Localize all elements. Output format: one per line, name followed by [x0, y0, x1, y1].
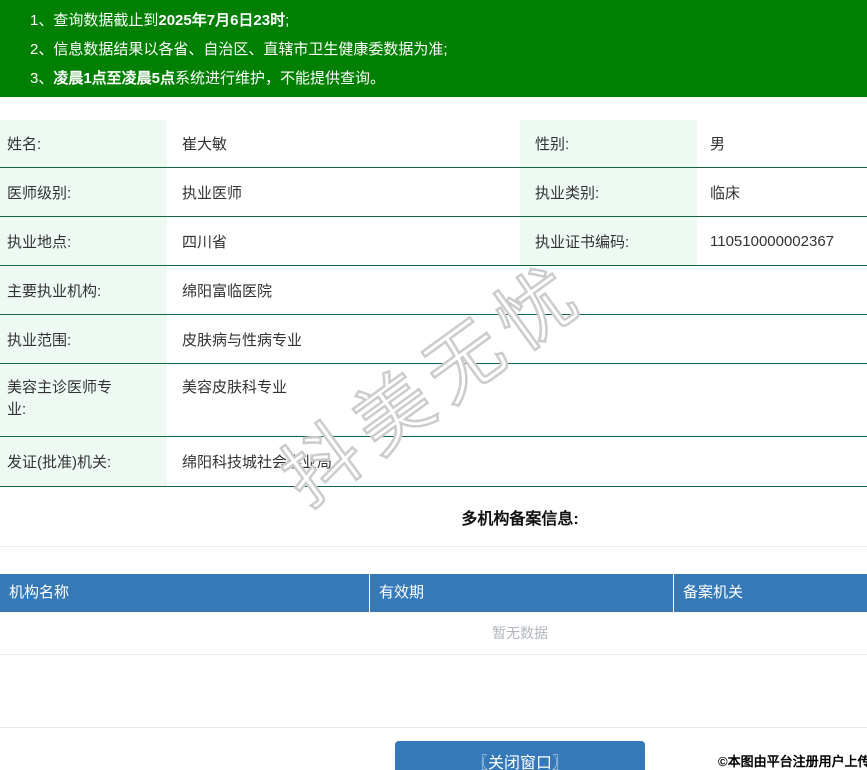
name-label: 姓名:	[0, 120, 167, 167]
issuing-authority-label: 发证(批准)机关:	[0, 437, 167, 486]
column-header-org-name: 机构名称	[0, 574, 370, 612]
doctor-level-label: 医师级别:	[0, 168, 167, 216]
banner-gap	[0, 97, 867, 120]
doctor-level-value: 执业医师	[182, 184, 243, 202]
notice-line-3: 3、凌晨1点至凌晨5点系统进行维护，不能提供查询。	[30, 64, 867, 93]
certificate-number-value: 110510000002367	[710, 232, 835, 250]
notice-number: 3、	[30, 70, 54, 87]
practice-category-value: 临床	[710, 184, 741, 202]
backup-table-header: 机构名称 有效期 备案机关	[0, 574, 867, 612]
footer-spacer	[0, 655, 867, 727]
query-result-page: 1、查询数据截止到2025年7月6日23时; 2、信息数据结果以各省、自治区、直…	[0, 0, 867, 770]
doctor-detail-table: 姓名: 崔大敏 性别: 男 医师级别: 执业医师 执业类别: 临床 执业地点: …	[0, 120, 867, 487]
notice-text: ;	[285, 12, 290, 29]
table-row: 执业地点: 四川省 执业证书编码: 110510000002367	[0, 217, 867, 266]
certificate-number-label: 执业证书编码:	[520, 217, 697, 265]
column-header-filing-authority: 备案机关	[683, 584, 744, 601]
empty-data-text: 暂无数据	[0, 612, 867, 655]
practice-location-value: 四川省	[182, 233, 228, 251]
issuing-authority-value: 绵阳科技城社会事业局	[182, 454, 333, 471]
main-org-label: 主要执业机构:	[0, 266, 167, 314]
notice-line-2: 2、信息数据结果以各省、自治区、直辖市卫生健康委数据为准;	[30, 35, 867, 64]
table-row: 姓名: 崔大敏 性别: 男	[0, 120, 867, 168]
notice-bold-text: 凌晨1点至凌晨5点	[53, 70, 176, 87]
column-header-validity: 有效期	[370, 574, 674, 612]
notice-text: 系统进行维护，不能提供查询。	[175, 70, 386, 87]
main-org-value: 绵阳富临医院	[182, 282, 273, 300]
practice-location-label: 执业地点:	[0, 217, 167, 265]
table-row: 医师级别: 执业医师 执业类别: 临床	[0, 168, 867, 217]
table-row: 主要执业机构: 绵阳富临医院	[0, 266, 867, 315]
practice-scope-value: 皮肤病与性病专业	[182, 331, 303, 349]
notice-text: 信息数据结果以各省、自治区、直辖市卫生健康委数据为准;	[53, 41, 448, 58]
gender-value: 男	[710, 136, 726, 153]
practice-scope-label: 执业范围:	[0, 315, 167, 363]
backup-info-title: 多机构备案信息:	[461, 511, 579, 528]
notice-banner: 1、查询数据截止到2025年7月6日23时; 2、信息数据结果以各省、自治区、直…	[0, 0, 867, 97]
notice-number: 1、	[30, 12, 54, 29]
table-row: 发证(批准)机关: 绵阳科技城社会事业局	[0, 437, 867, 487]
cosmetic-specialty-label: 美容主诊医师专业:	[0, 364, 167, 436]
table-row: 美容主诊医师专业: 美容皮肤科专业	[0, 364, 867, 437]
table-row: 执业范围: 皮肤病与性病专业	[0, 315, 867, 364]
name-value: 崔大敏	[182, 136, 228, 153]
notice-number: 2、	[30, 41, 54, 58]
close-window-button[interactable]: 〖关闭窗口〗	[395, 741, 645, 770]
notice-bold-text: 2025年7月6日23时	[158, 12, 286, 29]
notice-text: 查询数据截止到	[53, 12, 159, 29]
footer: 〖关闭窗口〗	[0, 727, 867, 770]
gender-label: 性别:	[520, 120, 697, 167]
cosmetic-specialty-value: 美容皮肤科专业	[182, 379, 288, 396]
notice-line-1: 1、查询数据截止到2025年7月6日23时;	[30, 6, 867, 35]
section-divider	[0, 546, 867, 547]
practice-category-label: 执业类别:	[520, 168, 697, 216]
